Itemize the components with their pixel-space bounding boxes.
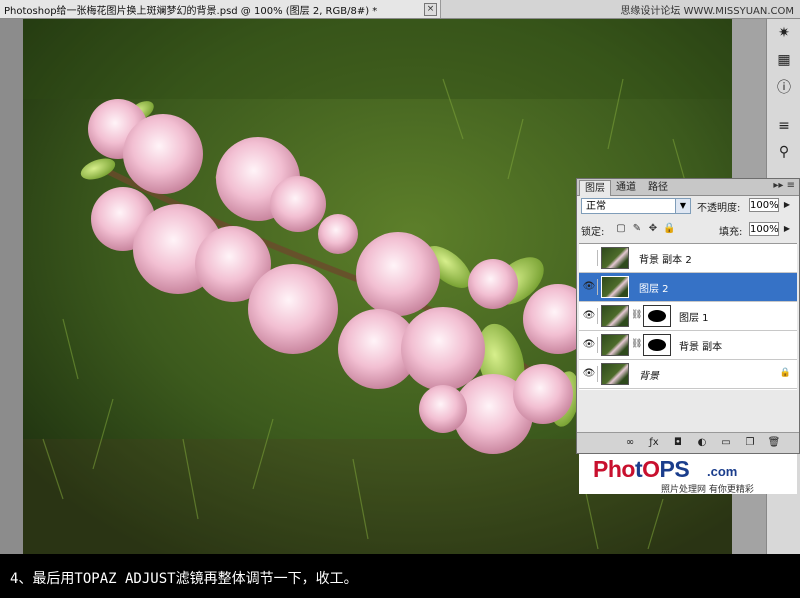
document-tab-title: Photoshop给一张梅花图片换上斑斓梦幻的背景.psd @ 100% (图层… bbox=[4, 5, 378, 17]
blend-mode-select[interactable]: 正常 ▼ bbox=[581, 198, 691, 214]
caption-text: 4、最后用TOPAZ ADJUST滤镜再整体调节一下，收工。 bbox=[10, 571, 358, 587]
layer-thumbnail bbox=[601, 305, 629, 327]
tab-layers[interactable]: 图层 bbox=[579, 180, 611, 196]
lock-all-icon[interactable]: 🔒 bbox=[663, 223, 675, 235]
layer-row[interactable]: 👁 ⛓ 背景 副本 bbox=[579, 331, 797, 360]
layers-panel-footer: ∞ ƒx ◘ ◐ ▭ ❐ 🗑 bbox=[577, 432, 799, 453]
layer-name: 背景 副本 2 bbox=[639, 255, 692, 266]
panel-menu-icon[interactable]: ▸▸ ≡ bbox=[773, 180, 795, 191]
layer-row[interactable]: 背景 副本 2 bbox=[579, 244, 797, 273]
blend-mode-value: 正常 bbox=[586, 201, 606, 212]
layer-name: 背景 副本 bbox=[679, 342, 723, 353]
layer-row[interactable]: 👁 ⛓ 图层 1 bbox=[579, 302, 797, 331]
close-icon[interactable]: × bbox=[424, 3, 437, 16]
brand-logo-domain: .com bbox=[707, 464, 738, 479]
actions-icon[interactable]: ⚲ bbox=[772, 141, 796, 163]
layer-name: 背景 bbox=[639, 371, 659, 382]
info-icon[interactable]: ⓘ bbox=[772, 76, 796, 98]
layer-row[interactable]: 👁 背景 🔒 bbox=[579, 360, 797, 389]
tab-paths[interactable]: 路径 bbox=[643, 180, 673, 195]
eye-icon[interactable]: 👁 bbox=[581, 279, 598, 295]
lock-image-icon[interactable]: ✎ bbox=[631, 223, 643, 235]
new-layer-icon[interactable]: ❐ bbox=[743, 436, 757, 450]
layer-thumbnail bbox=[601, 334, 629, 356]
layer-mask-thumbnail[interactable] bbox=[643, 334, 671, 356]
visibility-toggle[interactable] bbox=[581, 250, 598, 266]
fill-input[interactable]: 100% bbox=[749, 222, 779, 236]
eye-icon[interactable]: 👁 bbox=[581, 366, 598, 382]
layer-thumbnail bbox=[601, 276, 629, 298]
add-mask-icon[interactable]: ◘ bbox=[671, 436, 685, 450]
watermark: 思缘设计论坛 WWW.MISSYUAN.COM bbox=[620, 6, 794, 17]
link-icon[interactable]: ⛓ bbox=[631, 339, 642, 349]
layer-name: 图层 1 bbox=[679, 313, 709, 324]
brand-logo-text: PhotOPS bbox=[593, 456, 690, 482]
opacity-label: 不透明度: bbox=[697, 203, 741, 214]
tab-channels[interactable]: 通道 bbox=[611, 180, 641, 195]
lock-label: 锁定: bbox=[581, 227, 605, 238]
opacity-arrow-icon[interactable]: ▶ bbox=[782, 198, 792, 212]
brand-slogan: 照片处理网 有你更精彩 bbox=[661, 485, 754, 495]
document-tab[interactable]: Photoshop给一张梅花图片换上斑斓梦幻的背景.psd @ 100% (图层… bbox=[0, 0, 441, 18]
trash-icon[interactable]: 🗑 bbox=[767, 436, 781, 450]
navigator-icon[interactable]: ✷ bbox=[772, 22, 796, 44]
caption-bar: 4、最后用TOPAZ ADJUST滤镜再整体调节一下，收工。 bbox=[0, 554, 800, 598]
eye-icon[interactable]: 👁 bbox=[581, 308, 598, 324]
lock-icon: 🔒 bbox=[779, 368, 791, 378]
layers-list: 背景 副本 2 👁 图层 2 👁 ⛓ 图层 1 👁 ⛓ 背景 副本 👁 背景 🔒 bbox=[579, 243, 797, 495]
title-bar: Photoshop给一张梅花图片换上斑斓梦幻的背景.psd @ 100% (图层… bbox=[0, 0, 800, 19]
link-layers-icon[interactable]: ∞ bbox=[623, 436, 637, 450]
opacity-input[interactable]: 100% bbox=[749, 198, 779, 212]
lock-position-icon[interactable]: ✥ bbox=[647, 223, 659, 235]
adjustment-layer-icon[interactable]: ◐ bbox=[695, 436, 709, 450]
layer-mask-thumbnail[interactable] bbox=[643, 305, 671, 327]
fx-icon[interactable]: ƒx bbox=[647, 436, 661, 450]
layers-panel: 图层 通道 路径 ▸▸ ≡ 正常 ▼ 不透明度: 100% ▶ 锁定: ▢ ✎ … bbox=[576, 178, 800, 495]
link-icon[interactable]: ⛓ bbox=[631, 310, 642, 320]
lock-transparency-icon[interactable]: ▢ bbox=[615, 223, 627, 235]
histogram-icon[interactable]: ▦ bbox=[772, 49, 796, 71]
layer-thumbnail bbox=[601, 247, 629, 269]
layer-row-selected[interactable]: 👁 图层 2 bbox=[579, 273, 797, 302]
fill-arrow-icon[interactable]: ▶ bbox=[782, 222, 792, 236]
panel-tabs: 图层 通道 路径 ▸▸ ≡ bbox=[577, 179, 799, 196]
layer-name: 图层 2 bbox=[639, 284, 669, 295]
fill-label: 填充: bbox=[719, 227, 743, 238]
new-group-icon[interactable]: ▭ bbox=[719, 436, 733, 450]
chevron-down-icon: ▼ bbox=[675, 199, 690, 213]
layer-thumbnail bbox=[601, 363, 629, 385]
brand-logo: PhotOPS .com 照片处理网 有你更精彩 bbox=[579, 454, 797, 495]
adjustments-icon[interactable]: ≡ bbox=[772, 115, 796, 137]
eye-icon[interactable]: 👁 bbox=[581, 337, 598, 353]
